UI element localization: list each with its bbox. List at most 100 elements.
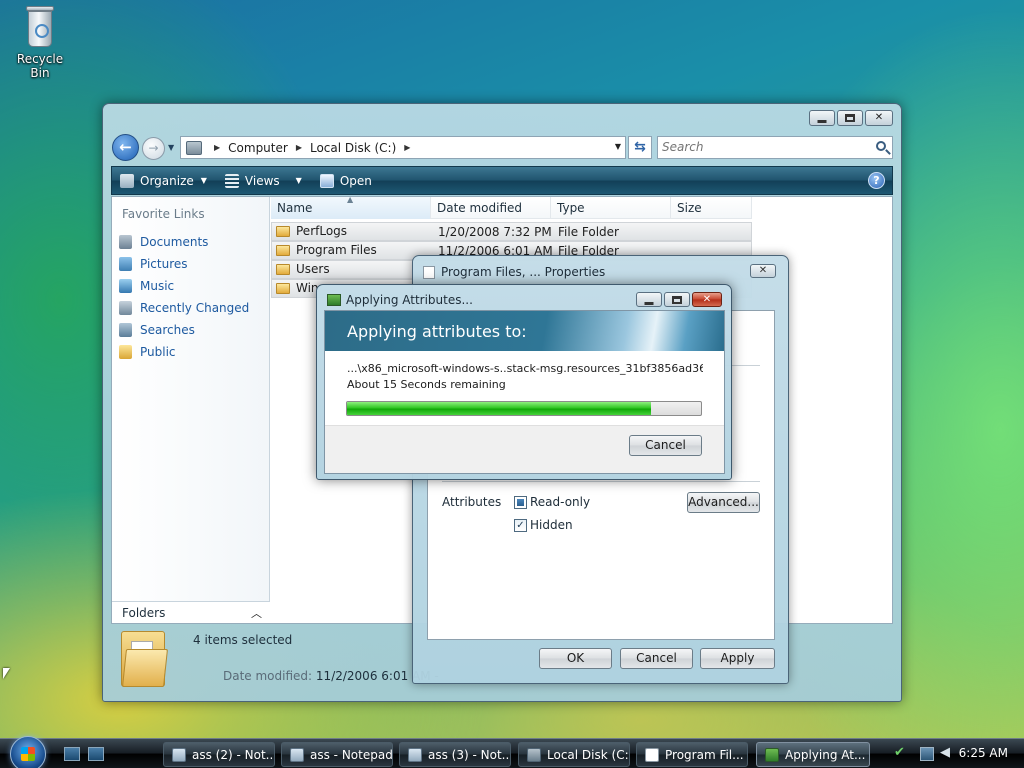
applying-footer: Cancel xyxy=(325,425,724,473)
chevron-right-icon[interactable]: ▶ xyxy=(296,143,302,152)
command-toolbar: Organize ▼ Views ▼ Open ? xyxy=(111,166,893,195)
taskbar-button[interactable]: ass (3) - Not... xyxy=(399,742,511,767)
back-button[interactable]: ← xyxy=(112,134,139,161)
applying-content: Applying attributes to: ...\x86_microsof… xyxy=(324,310,725,474)
computer-icon xyxy=(186,140,202,155)
views-button[interactable]: Views ▼ xyxy=(217,167,312,194)
show-desktop-icon[interactable] xyxy=(64,747,80,761)
minimize-icon xyxy=(644,301,654,305)
taskbar-button[interactable]: ass - Notepad xyxy=(281,742,393,767)
apply-button[interactable]: Apply xyxy=(700,648,775,669)
favorite-link-searches[interactable]: Searches xyxy=(119,319,249,341)
favorite-links-title: Favorite Links xyxy=(122,207,205,221)
column-header-date[interactable]: Date modified xyxy=(431,197,551,219)
forward-button[interactable]: → xyxy=(142,137,165,160)
date-modified-detail: Date modified: 11/2/2006 6:01 AM - xyxy=(223,669,439,683)
recently-changed-icon xyxy=(119,301,132,315)
chevron-down-icon: ▼ xyxy=(200,176,207,185)
cancel-button[interactable]: Cancel xyxy=(629,435,702,456)
views-label: Views xyxy=(244,173,280,188)
column-headers: ▲ Name Date modified Type Size xyxy=(271,195,752,219)
hidden-checkbox-row[interactable]: ✓ Hidden xyxy=(514,518,573,532)
search-icon[interactable] xyxy=(876,141,886,151)
readonly-checkbox[interactable] xyxy=(514,495,527,509)
recycle-bin-label: Recycle Bin xyxy=(16,52,64,80)
favorite-link-label: Public xyxy=(140,345,176,359)
switch-windows-icon[interactable] xyxy=(88,747,104,761)
taskbar-button[interactable]: ass (2) - Not... xyxy=(163,742,275,767)
readonly-checkbox-row[interactable]: Read-only xyxy=(514,495,590,509)
favorite-link-label: Pictures xyxy=(140,257,188,271)
close-button[interactable]: ✕ xyxy=(692,292,722,307)
taskbar-button-label: ass (2) - Not... xyxy=(192,747,275,762)
maximize-button[interactable] xyxy=(837,110,863,126)
organize-button[interactable]: Organize ▼ xyxy=(112,167,217,194)
cancel-button[interactable]: Cancel xyxy=(620,648,693,669)
recycle-bin-icon xyxy=(23,6,57,48)
properties-title: Program Files, ... Properties xyxy=(441,265,606,279)
file-type: File Folder xyxy=(558,225,619,239)
properties-title-bar: Program Files, ... Properties xyxy=(423,265,605,279)
start-button[interactable] xyxy=(10,736,46,768)
column-header-size[interactable]: Size xyxy=(671,197,752,219)
folders-toggle[interactable]: Folders ︿ xyxy=(112,601,270,623)
favorite-link-music[interactable]: Music xyxy=(119,275,249,297)
maximize-icon xyxy=(672,295,682,304)
views-icon xyxy=(224,173,239,188)
attributes-label: Attributes xyxy=(442,495,502,509)
taskbar-clock[interactable]: 6:25 AM xyxy=(959,746,1008,760)
hidden-label: Hidden xyxy=(530,518,573,532)
maximize-button[interactable] xyxy=(664,292,690,307)
address-dropdown-icon[interactable]: ▼ xyxy=(615,142,621,151)
taskbar-button[interactable]: Program Fil... xyxy=(636,742,748,767)
column-header-name[interactable]: ▲ Name xyxy=(271,195,431,219)
applying-header-banner: Applying attributes to: xyxy=(325,311,724,351)
hidden-checkbox[interactable]: ✓ xyxy=(514,518,527,532)
navigation-pane: Favorite Links Documents Pictures Music … xyxy=(112,197,270,623)
divider xyxy=(442,481,760,482)
network-icon[interactable] xyxy=(920,747,934,761)
navigation-row: ← → ▼ ▶ Computer ▶ Local Disk (C:) ▶ ▼ ⇆ xyxy=(111,134,893,162)
folder-icon xyxy=(276,226,290,237)
folder-icon xyxy=(276,245,290,256)
security-shield-icon[interactable]: ✔ xyxy=(894,745,908,760)
chevron-right-icon[interactable]: ▶ xyxy=(404,143,410,152)
time-remaining: About 15 Seconds remaining xyxy=(347,378,506,391)
favorite-link-recently-changed[interactable]: Recently Changed xyxy=(119,297,249,319)
notepad-icon xyxy=(290,747,304,762)
column-header-type[interactable]: Type xyxy=(551,197,671,219)
chevron-right-icon[interactable]: ▶ xyxy=(214,143,220,152)
recent-pages-dropdown[interactable]: ▼ xyxy=(168,143,174,152)
address-bar[interactable]: ▶ Computer ▶ Local Disk (C:) ▶ ▼ xyxy=(180,136,626,159)
arrow-right-icon: → xyxy=(148,141,159,155)
favorite-link-documents[interactable]: Documents xyxy=(119,231,249,253)
file-name: Program Files xyxy=(296,243,377,257)
minimize-button[interactable] xyxy=(636,292,662,307)
recycle-bin-desktop-icon[interactable]: Recycle Bin xyxy=(6,2,74,80)
breadcrumb-computer[interactable]: Computer xyxy=(228,141,288,155)
refresh-button[interactable]: ⇆ xyxy=(628,136,652,159)
volume-icon[interactable]: ◀ xyxy=(940,745,954,760)
search-input[interactable] xyxy=(662,137,862,157)
favorite-link-public[interactable]: Public xyxy=(119,341,249,363)
minimize-button[interactable] xyxy=(809,110,835,126)
documents-icon xyxy=(119,235,132,249)
folder-icon xyxy=(276,264,290,275)
breadcrumb-local-disk[interactable]: Local Disk (C:) xyxy=(310,141,396,155)
advanced-button[interactable]: Advanced... xyxy=(687,492,760,513)
taskbar-button-active[interactable]: Applying At... xyxy=(756,742,870,767)
taskbar-button[interactable]: Local Disk (C:) xyxy=(518,742,630,767)
notepad-icon xyxy=(172,747,186,762)
favorite-link-pictures[interactable]: Pictures xyxy=(119,253,249,275)
chevron-up-icon: ︿ xyxy=(251,607,262,620)
favorite-link-label: Documents xyxy=(140,235,209,249)
applying-attributes-icon xyxy=(327,294,341,306)
progress-bar xyxy=(346,401,702,416)
properties-close-button[interactable]: ✕ xyxy=(750,264,776,278)
close-button[interactable]: ✕ xyxy=(865,110,893,126)
close-icon: ✕ xyxy=(874,112,884,123)
search-box[interactable] xyxy=(657,136,893,159)
help-icon[interactable]: ? xyxy=(868,172,885,189)
table-row[interactable]: PerfLogs 1/20/2008 7:32 PM File Folder xyxy=(271,222,752,241)
ok-button[interactable]: OK xyxy=(539,648,612,669)
